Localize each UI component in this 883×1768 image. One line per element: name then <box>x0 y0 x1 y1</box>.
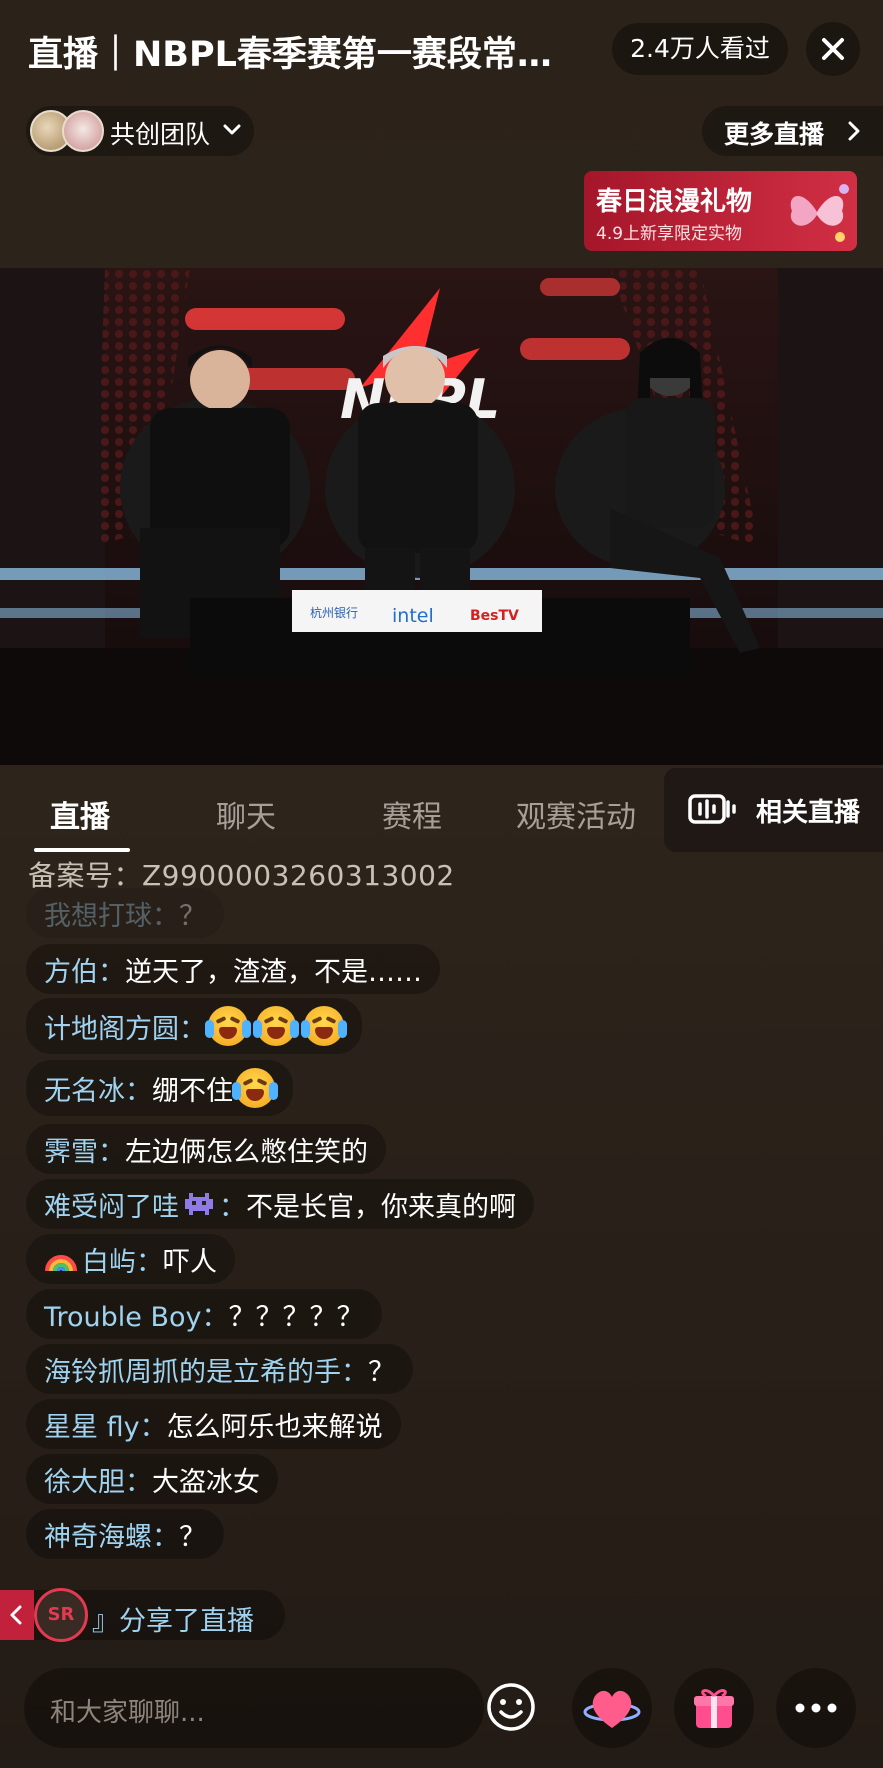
chat-username[interactable]: 海铃抓周抓的是立希的手： <box>44 1350 368 1389</box>
live-video-player[interactable]: NBPL 杭州银行 intel BesTV <box>0 268 883 765</box>
bottom-bar: 和大家聊聊... <box>0 1660 883 1768</box>
crying-laugh-emoji-icon <box>253 1006 299 1046</box>
chat-text: 左边俩怎么憋住笑的 <box>125 1136 368 1168</box>
close-button[interactable] <box>806 22 860 76</box>
tab-live[interactable]: 直播 <box>50 792 110 836</box>
chat-message: 海铃抓周抓的是立希的手： ？ <box>26 1344 413 1394</box>
tab-watch-activities[interactable]: 观赛活动 <box>516 792 636 836</box>
chat-message: 方伯： 逆天了，渣渣，不是…… <box>26 944 440 994</box>
chat-username[interactable]: 徐大胆： <box>44 1460 152 1499</box>
team-avatar <box>62 110 104 152</box>
gift-promo-banner[interactable]: 春日浪漫礼物 4.9上新享限定实物 <box>584 171 857 251</box>
chat-text: 绷不住 <box>152 1075 233 1107</box>
chat-text: ？？？？？ <box>228 1301 364 1333</box>
gift-promo-subtitle: 4.9上新享限定实物 <box>596 224 743 244</box>
chevron-right-icon <box>848 121 860 141</box>
chat-username[interactable]: 白屿： <box>82 1240 163 1279</box>
chat-text: 怎么阿乐也来解说 <box>166 1411 383 1443</box>
chevron-left-icon <box>10 1605 22 1625</box>
tab-schedule[interactable]: 赛程 <box>382 792 442 836</box>
chat-username[interactable]: 星星 fly： <box>44 1405 167 1444</box>
crying-laugh-emoji-icon <box>232 1068 278 1108</box>
crying-laugh-emoji-icon <box>301 1006 347 1046</box>
gift-button[interactable] <box>674 1668 754 1748</box>
video-frame: NBPL 杭州银行 intel BesTV <box>0 268 883 765</box>
sponsor-bestv-text: BesTV <box>470 608 519 624</box>
emoji-button[interactable] <box>484 1680 538 1734</box>
chat-username[interactable]: 难受闷了哇 <box>44 1185 179 1224</box>
gift-box-icon <box>694 1689 734 1728</box>
chat-message: 霁雪： 左边俩怎么憋住笑的 <box>26 1124 386 1174</box>
chat-text: ？ <box>368 1356 395 1388</box>
chat-username[interactable]: 方伯： <box>44 950 125 989</box>
chat-text: 大盗冰女 <box>152 1466 260 1498</box>
chat-message: 计地阁方圆： <box>26 998 362 1054</box>
chat-message: 无名冰： 绷不住 <box>26 1060 293 1116</box>
chevron-down-icon <box>223 124 241 135</box>
chat-username[interactable]: 无名冰： <box>44 1069 152 1108</box>
chat-message: 徐大胆： 大盗冰女 <box>26 1454 278 1504</box>
chat-message: 白屿： 吓人 <box>26 1234 235 1284</box>
butterfly-icon <box>790 184 849 242</box>
chat-username[interactable]: 霁雪： <box>44 1130 125 1169</box>
chat-text: ？ <box>179 1521 206 1553</box>
more-options-button[interactable] <box>776 1668 856 1748</box>
share-notification[interactable]: SR 』分享了直播 <box>0 1588 285 1642</box>
chat-input[interactable]: 和大家聊聊... <box>24 1668 484 1748</box>
chat-message: 难受闷了哇 ： 不是长官，你来真的啊 <box>26 1179 534 1229</box>
chat-text: 吓人 <box>163 1246 217 1278</box>
sharer-avatar: SR <box>34 1588 88 1642</box>
rainbow-icon <box>45 1255 77 1272</box>
chat-username[interactable]: 我想打球： <box>44 894 179 933</box>
live-broadcast-icon <box>688 794 736 824</box>
chat-text: ？ <box>179 900 206 932</box>
chat-username[interactable]: 神奇海螺： <box>44 1515 179 1554</box>
related-live-label: 相关直播 <box>756 798 861 828</box>
more-dots-icon <box>795 1703 837 1713</box>
team-label: 共创团队 <box>110 120 211 149</box>
chat-username[interactable]: 计地阁方圆： <box>44 1007 206 1046</box>
sponsor-intel-text: intel <box>392 605 434 627</box>
viewer-count: 2.4万人看过 <box>612 23 788 75</box>
chat-message: 神奇海螺： ？ <box>26 1509 224 1559</box>
related-live-button[interactable]: 相关直播 <box>664 768 883 852</box>
heart-icon <box>583 1690 641 1728</box>
like-button[interactable] <box>572 1668 652 1748</box>
chat-message: 我想打球： ？ <box>26 888 224 938</box>
gift-promo-title: 春日浪漫礼物 <box>596 187 753 217</box>
crying-laugh-emoji-icon <box>205 1006 251 1046</box>
team-selector[interactable]: 共创团队 <box>26 106 254 156</box>
active-tab-indicator <box>34 848 130 852</box>
chat-username-suffix: ： <box>219 1191 246 1223</box>
more-live-button[interactable]: 更多直播 <box>702 106 883 156</box>
close-icon <box>822 38 844 60</box>
chat-input-placeholder: 和大家聊聊... <box>50 1698 205 1728</box>
chat-text: 不是长官，你来真的啊 <box>246 1191 516 1223</box>
share-text: 』分享了直播 <box>92 1606 254 1637</box>
sponsor-hzbank-text: 杭州银行 <box>310 605 358 620</box>
stream-title: 直播｜NBPL春季赛第一赛段常… <box>28 35 552 75</box>
chat-message: 星星 fly： 怎么阿乐也来解说 <box>26 1399 401 1449</box>
header: 直播｜NBPL春季赛第一赛段常… 2.4万人看过 <box>0 0 883 100</box>
chat-message: Trouble Boy： ？？？？？ <box>26 1289 382 1339</box>
more-live-label: 更多直播 <box>724 120 825 149</box>
chat-username[interactable]: Trouble Boy： <box>44 1295 229 1334</box>
tab-chat[interactable]: 聊天 <box>216 792 276 836</box>
alien-icon <box>185 1193 213 1215</box>
chat-text: 逆天了，渣渣，不是…… <box>125 956 422 988</box>
